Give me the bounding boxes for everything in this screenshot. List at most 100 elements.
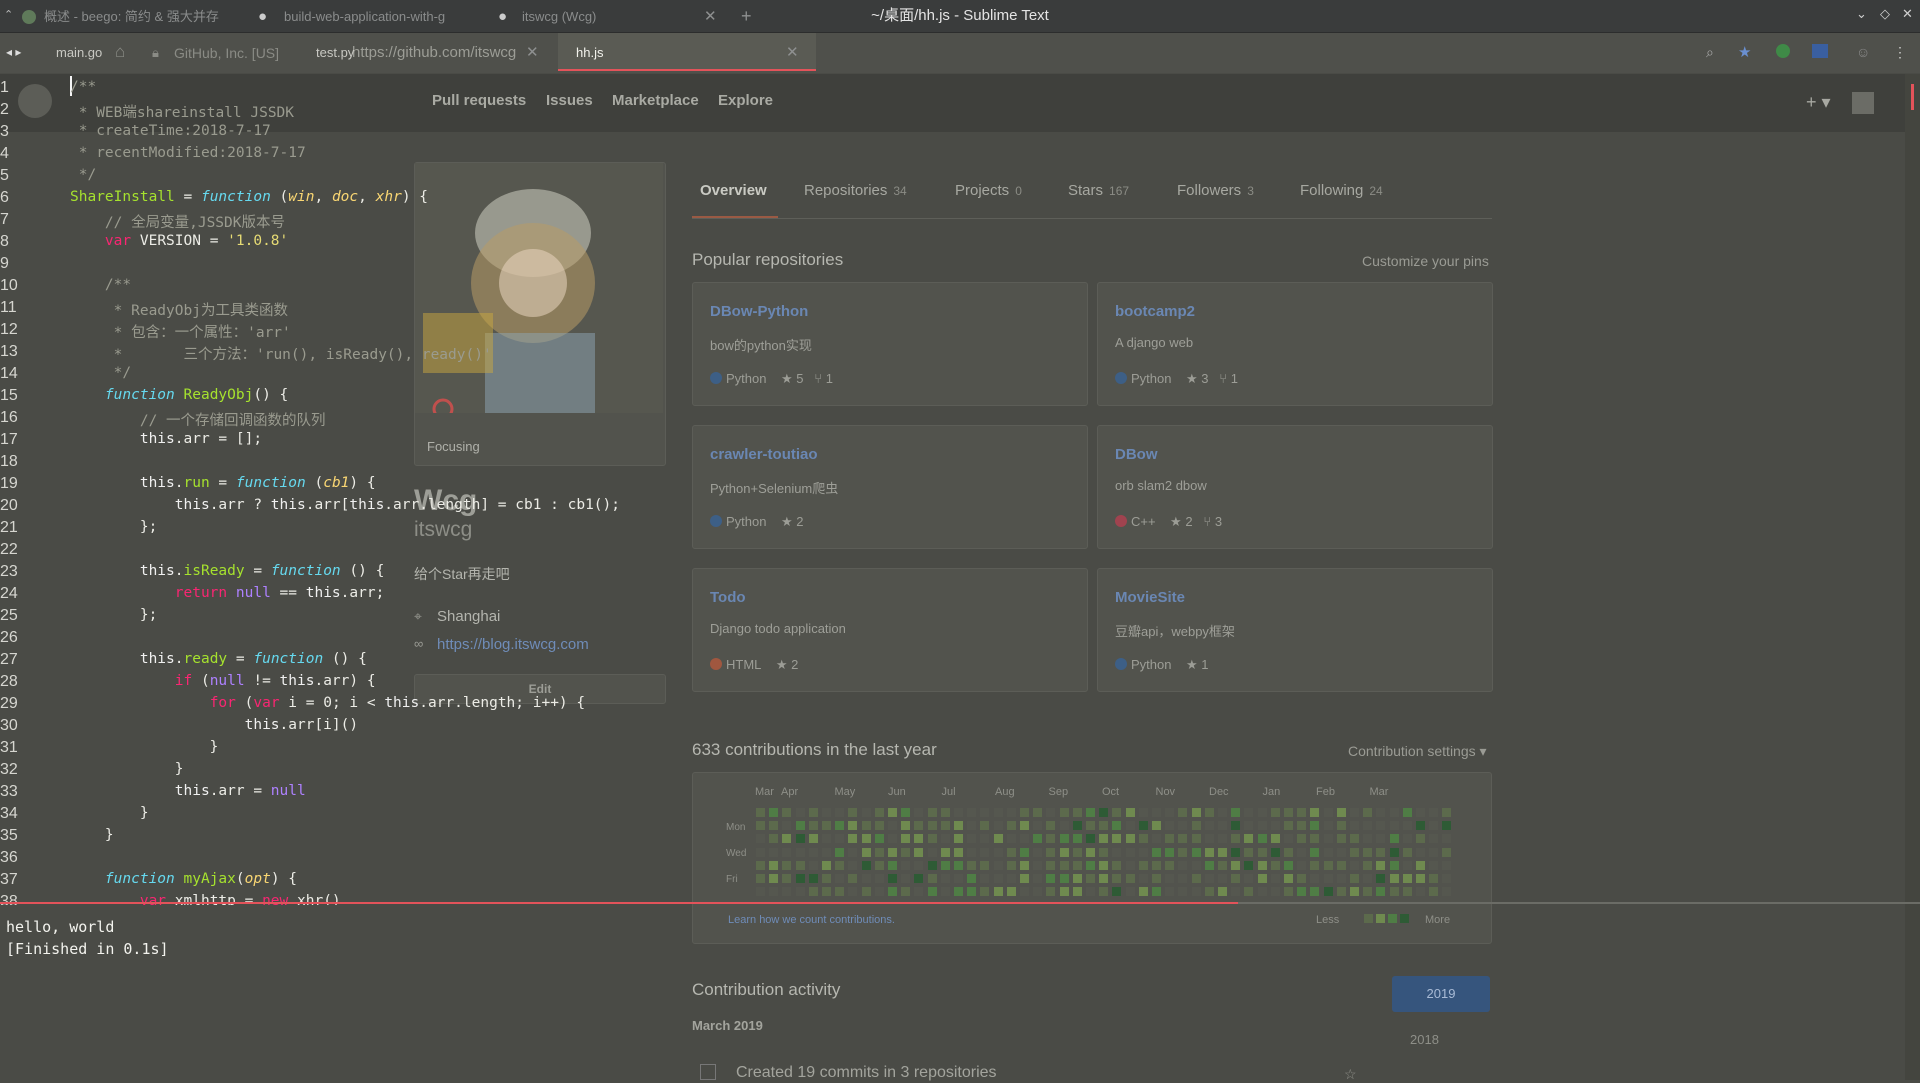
contribution-day[interactable] [1416, 821, 1425, 831]
repo-name[interactable]: MovieSite [1115, 589, 1185, 606]
contribution-day[interactable] [1059, 834, 1069, 844]
contribution-day[interactable] [1402, 874, 1412, 883]
code-editor[interactable]: /** * WEB端shareinstall JSSDK * createTim… [70, 79, 620, 905]
contribution-day[interactable] [1297, 874, 1307, 883]
contribution-day[interactable] [927, 887, 937, 897]
contribution-day[interactable] [1006, 860, 1016, 870]
contribution-day[interactable] [1006, 847, 1016, 857]
contribution-day[interactable] [940, 874, 950, 883]
contribution-day[interactable] [1297, 821, 1307, 831]
code-line[interactable]: for (var i = 0; i < this.arr.length; i++… [70, 695, 620, 717]
contribution-day[interactable] [1218, 821, 1227, 831]
zoom-icon[interactable]: ⌕ [1706, 44, 1714, 61]
contribution-day[interactable] [861, 821, 871, 831]
contribution-day[interactable] [848, 874, 858, 883]
contribution-day[interactable] [901, 847, 911, 857]
contribution-day[interactable] [940, 887, 950, 897]
contribution-day[interactable] [1033, 821, 1043, 831]
contribution-day[interactable] [1363, 847, 1373, 857]
contribution-day[interactable] [1125, 847, 1135, 857]
contribution-day[interactable] [848, 834, 858, 844]
code-line[interactable]: this.ready = function () { [70, 651, 620, 673]
contribution-day[interactable] [1112, 847, 1122, 857]
activity-summary[interactable]: Created 19 commits in 3 repositories [736, 1064, 997, 1082]
contribution-day[interactable] [1072, 808, 1082, 817]
contribution-day[interactable] [1402, 887, 1412, 897]
contribution-day[interactable] [1389, 860, 1399, 870]
contribution-day[interactable] [1006, 887, 1016, 897]
repo-name[interactable]: Todo [710, 589, 746, 606]
contribution-day[interactable] [1442, 834, 1452, 844]
tab-stars[interactable]: Stars 167 [1068, 182, 1129, 199]
close-icon[interactable]: ✕ [526, 33, 539, 73]
code-line[interactable]: /** [70, 277, 620, 299]
tab-repositories[interactable]: Repositories 34 [804, 182, 907, 199]
contribution-day[interactable] [1336, 860, 1346, 870]
contribution-day[interactable] [1099, 847, 1109, 857]
contribution-day[interactable] [769, 887, 779, 897]
contribution-day[interactable] [1218, 847, 1227, 857]
contribution-day[interactable] [874, 860, 884, 870]
contribution-day[interactable] [848, 887, 858, 897]
profile-icon[interactable]: ☺ [1856, 44, 1870, 60]
contribution-day[interactable] [874, 821, 884, 831]
contribution-day[interactable] [808, 821, 818, 831]
contribution-day[interactable] [756, 887, 765, 897]
contribution-day[interactable] [1099, 821, 1109, 831]
contribution-day[interactable] [1046, 860, 1056, 870]
repo-forks[interactable]: 1 [826, 371, 833, 386]
contribution-day[interactable] [980, 860, 990, 870]
contribution-day[interactable] [993, 821, 1003, 831]
contribution-day[interactable] [874, 874, 884, 883]
contribution-day[interactable] [1072, 874, 1082, 883]
contribution-day[interactable] [835, 874, 845, 883]
contribution-day[interactable] [1442, 808, 1452, 817]
contribution-day[interactable] [1072, 847, 1082, 857]
contribution-day[interactable] [835, 887, 845, 897]
contribution-day[interactable] [769, 874, 779, 883]
code-line[interactable]: } [70, 739, 620, 761]
contribution-day[interactable] [1125, 860, 1135, 870]
contribution-day[interactable] [1046, 874, 1056, 883]
contribution-day[interactable] [1191, 808, 1201, 817]
code-line[interactable]: * createTime:2018-7-17 [70, 123, 620, 145]
avatar[interactable] [1852, 92, 1874, 114]
contribution-day[interactable] [782, 821, 792, 831]
repo-stars[interactable]: 1 [1201, 657, 1208, 672]
contribution-day[interactable] [1165, 821, 1175, 831]
code-line[interactable] [70, 629, 620, 651]
contribution-day[interactable] [914, 821, 924, 831]
contribution-day[interactable] [1191, 834, 1201, 844]
repo-card[interactable]: crawler-toutiao Python+Selenium爬虫 Python… [692, 425, 1088, 549]
tab-following[interactable]: Following 24 [1300, 182, 1383, 199]
contribution-day[interactable] [861, 887, 871, 897]
contribution-day[interactable] [1072, 821, 1082, 831]
contribution-day[interactable] [835, 847, 845, 857]
contribution-day[interactable] [1178, 821, 1188, 831]
contribution-day[interactable] [927, 834, 937, 844]
contribution-day[interactable] [1389, 821, 1399, 831]
contribution-day[interactable] [1389, 874, 1399, 883]
contribution-day[interactable] [874, 847, 884, 857]
contribution-day[interactable] [1270, 834, 1280, 844]
contribution-day[interactable] [1429, 860, 1439, 870]
contribution-day[interactable] [861, 847, 871, 857]
code-line[interactable]: // 全局变量,JSSDK版本号 [70, 211, 620, 233]
contribution-day[interactable] [848, 860, 858, 870]
code-line[interactable]: * 包含：一个属性：'arr' [70, 321, 620, 343]
contribution-day[interactable] [1099, 874, 1109, 883]
contribution-day[interactable] [1416, 887, 1425, 897]
contribution-day[interactable] [1178, 847, 1188, 857]
contribution-day[interactable] [1112, 821, 1122, 831]
nav-explore[interactable]: Explore [718, 92, 773, 109]
contribution-day[interactable] [848, 847, 858, 857]
contribution-day[interactable] [1389, 887, 1399, 897]
contribution-day[interactable] [1442, 887, 1452, 897]
repo-card[interactable]: Todo Django todo application HTML ★ 2 [692, 568, 1088, 692]
contribution-day[interactable] [1046, 821, 1056, 831]
contribution-day[interactable] [782, 860, 792, 870]
contribution-day[interactable] [1323, 887, 1333, 897]
contribution-day[interactable] [1020, 860, 1029, 870]
contribution-day[interactable] [756, 860, 765, 870]
contribution-day[interactable] [1376, 887, 1386, 897]
